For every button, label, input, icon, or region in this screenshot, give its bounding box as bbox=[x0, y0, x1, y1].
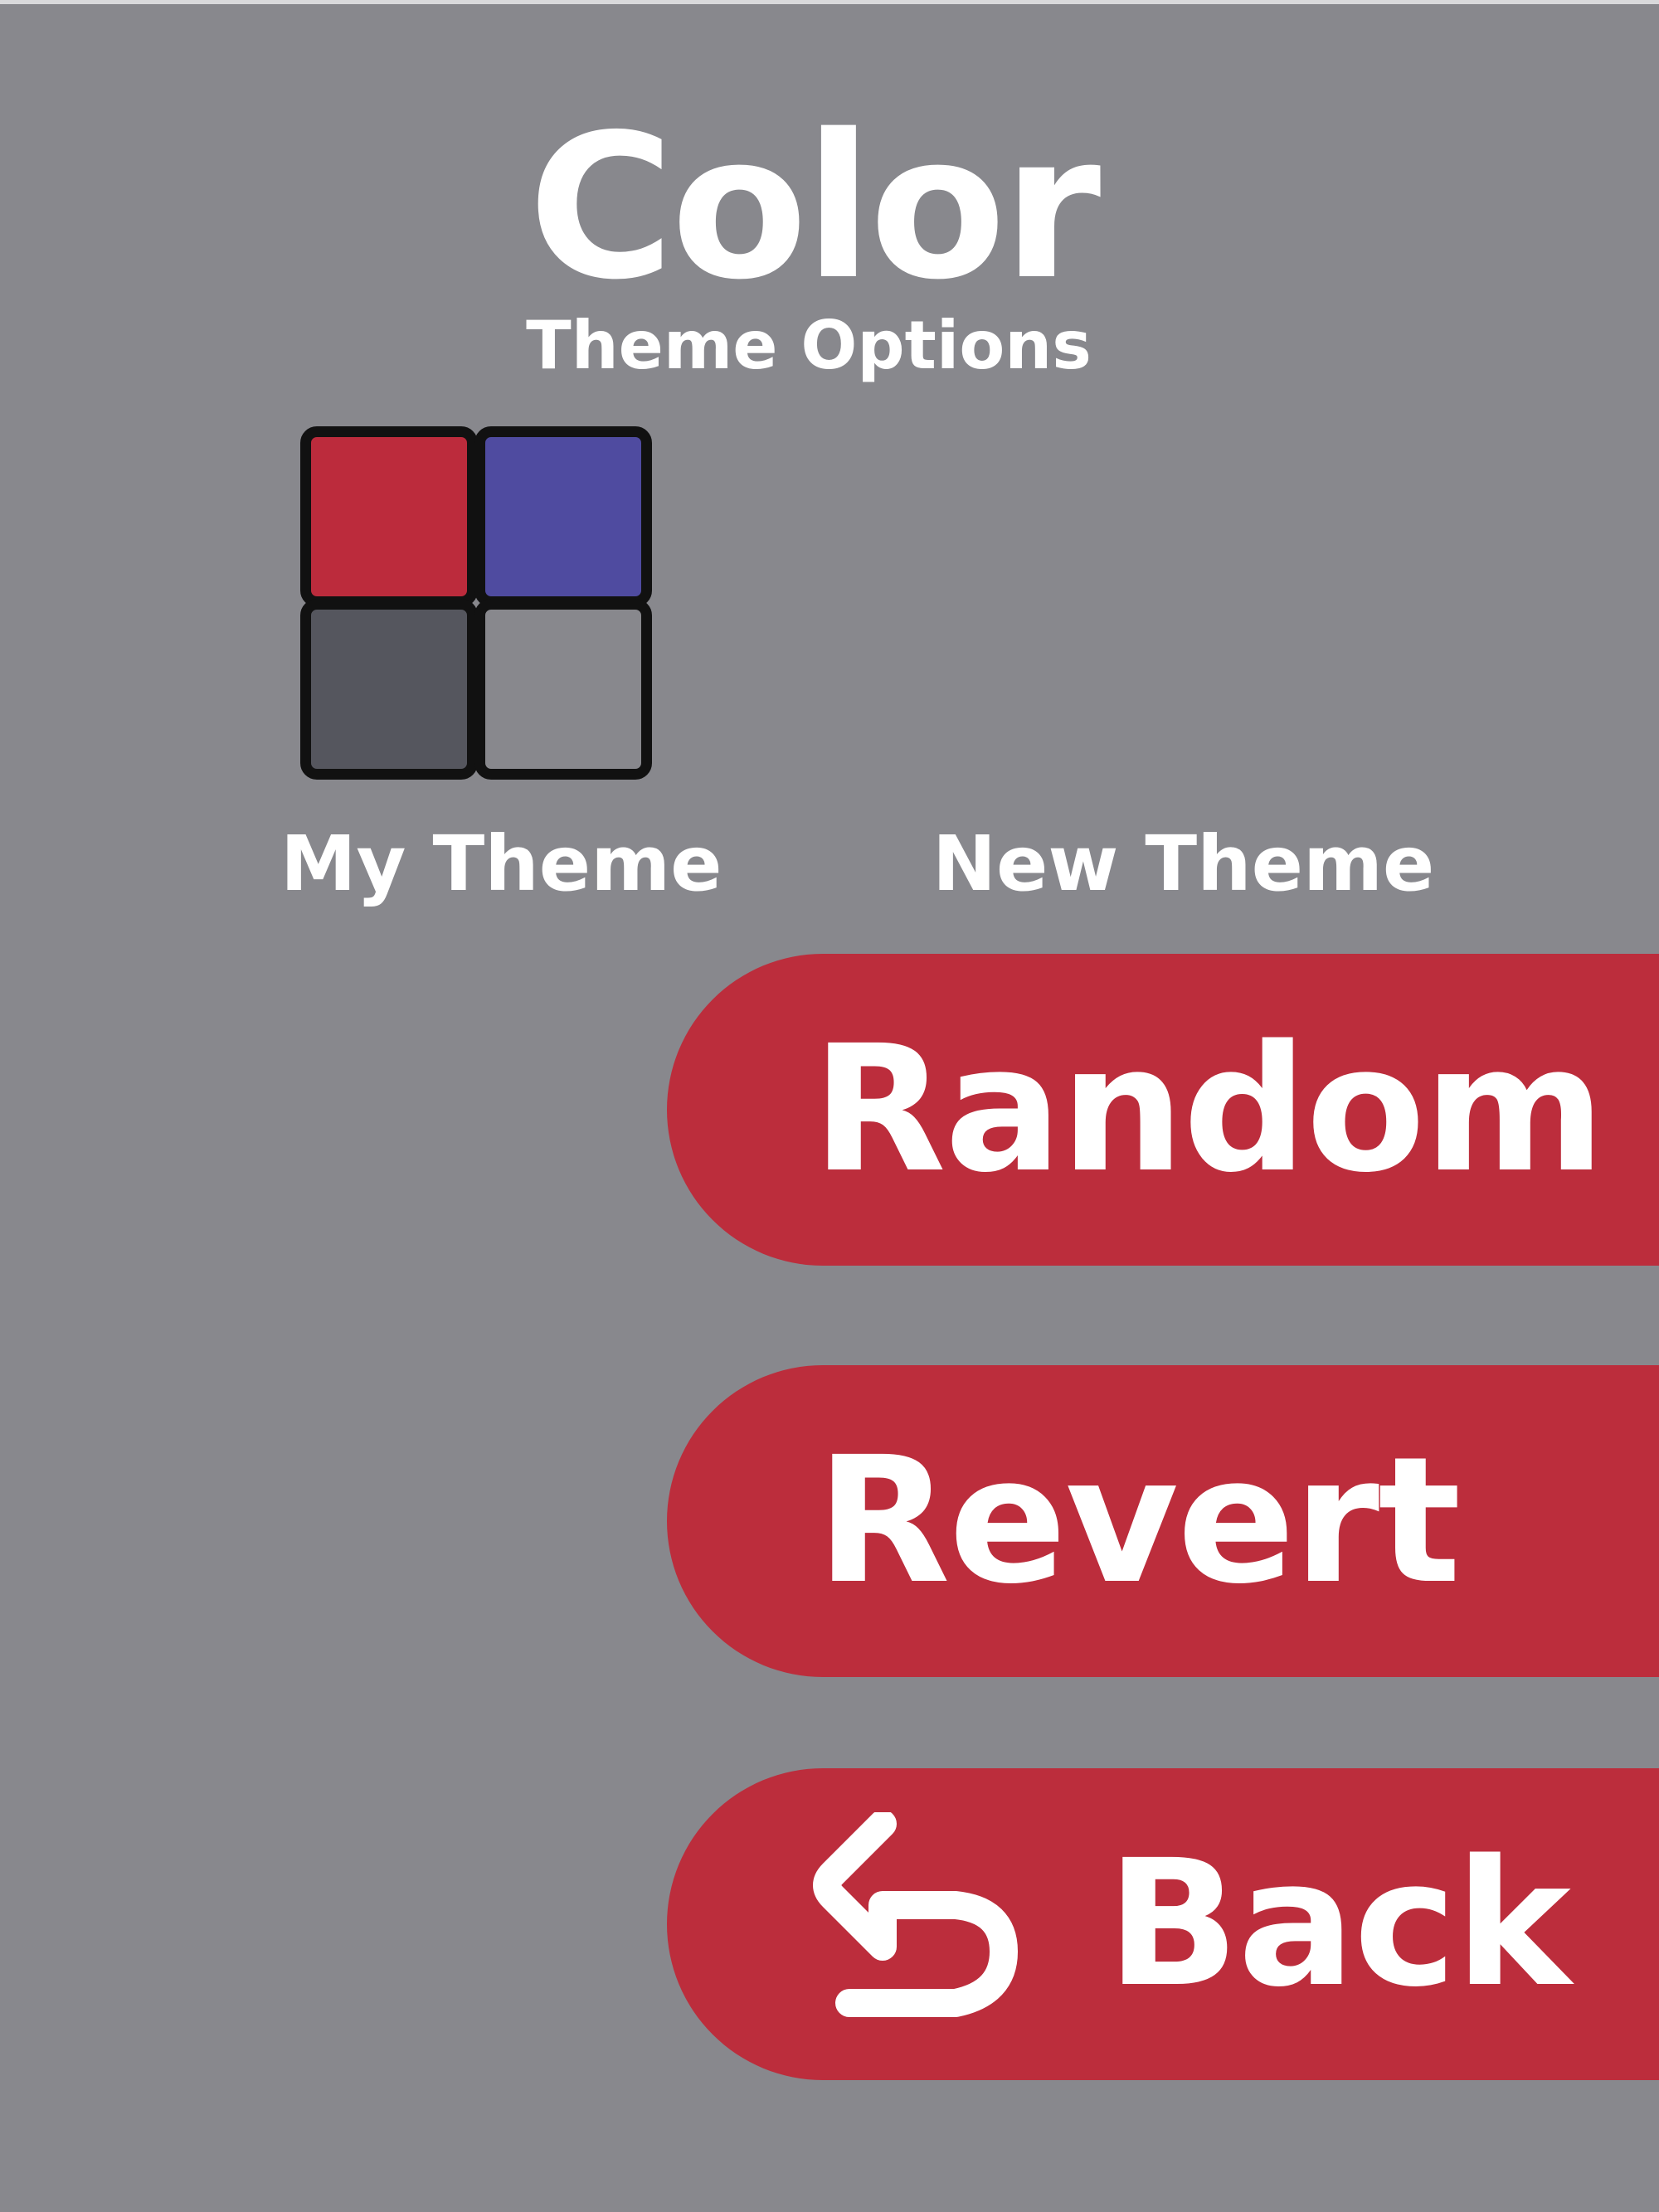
swatch-primary bbox=[300, 426, 478, 607]
swatch-light bbox=[474, 599, 652, 780]
back-button-label: Back bbox=[1107, 1822, 1571, 2025]
new-theme-label: New Theme bbox=[932, 819, 1435, 908]
my-theme-swatches[interactable] bbox=[300, 426, 660, 786]
random-button[interactable]: Random bbox=[667, 954, 1659, 1266]
random-button-label: Random bbox=[812, 1008, 1605, 1211]
my-theme-label: My Theme bbox=[280, 819, 722, 908]
revert-button-label: Revert bbox=[816, 1419, 1461, 1622]
page-subtitle: Theme Options bbox=[526, 307, 1092, 384]
top-border bbox=[0, 0, 1659, 4]
page-title: Color bbox=[528, 91, 1102, 323]
back-button[interactable]: Back bbox=[667, 1768, 1659, 2080]
swatch-dark bbox=[300, 599, 478, 780]
swatch-secondary bbox=[474, 426, 652, 607]
revert-button[interactable]: Revert bbox=[667, 1365, 1659, 1677]
return-arrow-icon bbox=[813, 1812, 1018, 2017]
